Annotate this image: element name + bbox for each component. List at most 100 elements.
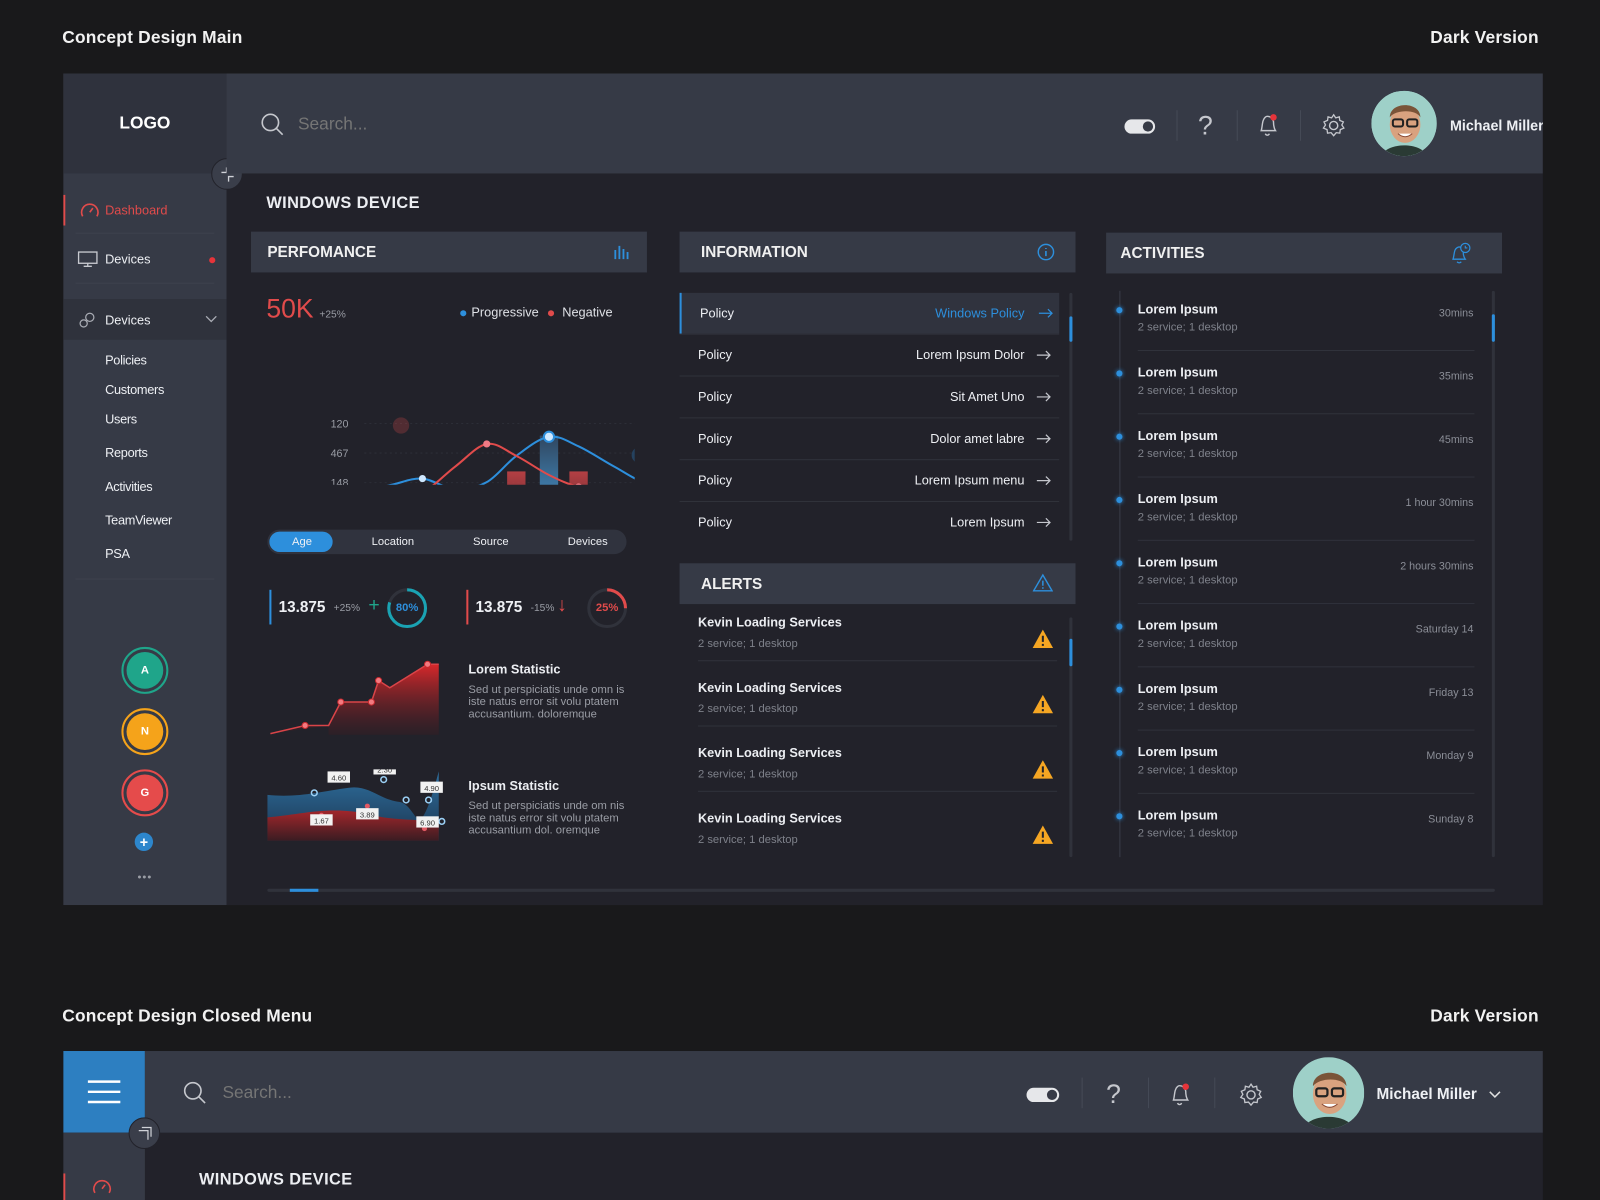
information-row[interactable]: Policy Sit Amet Uno bbox=[680, 377, 1060, 418]
horizontal-scrollbar[interactable] bbox=[267, 888, 1495, 892]
row-value[interactable]: Dolor amet labre bbox=[930, 432, 1024, 446]
alarm-bell-icon[interactable] bbox=[1450, 242, 1472, 264]
activity-time: Friday 13 bbox=[1428, 686, 1474, 699]
activity-row[interactable]: Lorem Ipsum 2 service; 1 desktop 1 hour … bbox=[1114, 492, 1475, 543]
ipsum-statistic-desc: Sed ut perspiciatis unde om nis iste natu… bbox=[468, 799, 625, 837]
arrow-right-icon[interactable] bbox=[1036, 434, 1051, 444]
activities-scrollbar[interactable] bbox=[1491, 290, 1495, 858]
activity-subtitle: 2 service; 1 desktop bbox=[1137, 701, 1238, 714]
value-label: 3.89 bbox=[360, 810, 375, 819]
y-tick-label: 148 bbox=[331, 478, 349, 485]
speedometer-icon[interactable] bbox=[92, 1178, 112, 1196]
sidebar-group-devices[interactable]: Devices bbox=[63, 298, 227, 340]
theme-toggle[interactable] bbox=[1026, 1087, 1060, 1103]
expand-sidebar-button[interactable] bbox=[128, 1117, 161, 1149]
information-scrollbar[interactable] bbox=[1069, 292, 1073, 541]
user-avatar[interactable] bbox=[1371, 90, 1437, 157]
theme-toggle[interactable] bbox=[1124, 119, 1156, 134]
chevron-down-icon[interactable] bbox=[205, 315, 217, 323]
activity-row[interactable]: Lorem Ipsum 2 service; 1 desktop Saturda… bbox=[1114, 618, 1475, 669]
info-icon[interactable] bbox=[1037, 243, 1055, 261]
activity-time: 45mins bbox=[1438, 433, 1474, 446]
sidebar-subitem-activities[interactable]: Activities bbox=[105, 480, 153, 494]
activity-row[interactable]: Lorem Ipsum 2 service; 1 desktop Monday … bbox=[1114, 745, 1475, 796]
activity-subtitle: 2 service; 1 desktop bbox=[1137, 384, 1238, 397]
timeline-dot bbox=[1116, 623, 1123, 630]
warning-icon bbox=[1032, 825, 1054, 844]
activity-row[interactable]: Lorem Ipsum 2 service; 1 desktop Friday … bbox=[1114, 682, 1475, 733]
arrow-right-icon[interactable] bbox=[1036, 517, 1051, 527]
row-value[interactable]: Windows Policy bbox=[935, 306, 1024, 320]
information-row[interactable]: Policy Dolor amet labre bbox=[680, 418, 1060, 459]
sidebar-subitem-users[interactable]: Users bbox=[105, 412, 137, 426]
sidebar-subitem-teamviewer[interactable]: TeamViewer bbox=[105, 513, 172, 527]
stat-change: +25% bbox=[333, 603, 361, 615]
notifications-bell-icon[interactable] bbox=[1169, 1082, 1191, 1109]
alert-row[interactable]: Kevin Loading Services 2 service; 1 desk… bbox=[680, 811, 1060, 872]
timeline-dot bbox=[1116, 433, 1123, 440]
sidebar-subitem-policies[interactable]: Policies bbox=[105, 353, 147, 367]
line-negative bbox=[432, 442, 575, 485]
user-avatar-n[interactable]: N bbox=[121, 708, 169, 756]
information-row[interactable]: Policy Lorem Ipsum menu bbox=[680, 460, 1060, 501]
row-label: Policy bbox=[697, 347, 732, 363]
alerts-scrollbar[interactable] bbox=[1069, 617, 1073, 858]
user-avatar-a[interactable]: A bbox=[121, 646, 169, 694]
row-value[interactable]: Lorem Ipsum menu bbox=[915, 473, 1025, 487]
activity-row[interactable]: Lorem Ipsum 2 service; 1 desktop 35mins bbox=[1114, 365, 1475, 416]
warning-icon bbox=[1032, 760, 1054, 779]
settings-gear-icon[interactable] bbox=[1239, 1082, 1263, 1107]
ipsum-statistic-title: Ipsum Statistic bbox=[468, 778, 560, 793]
stat-value: 13.875 bbox=[475, 598, 523, 617]
sidebar-item-dashboard[interactable]: Dashboard bbox=[63, 194, 226, 226]
warning-icon bbox=[1032, 629, 1054, 648]
search-input[interactable] bbox=[297, 112, 707, 137]
information-row[interactable]: Policy Lorem Ipsum Dolor bbox=[680, 335, 1060, 376]
logo[interactable]: LOGO bbox=[63, 73, 227, 174]
arrow-right-icon[interactable] bbox=[1036, 392, 1051, 402]
search-input[interactable] bbox=[222, 1080, 631, 1106]
sidebar-subitem-psa[interactable]: PSA bbox=[105, 547, 130, 561]
tab-devices[interactable]: Devices bbox=[568, 536, 608, 548]
alerts-panel-header: ALERTS bbox=[679, 563, 1076, 605]
activity-row[interactable]: Lorem Ipsum 2 service; 1 desktop 45mins bbox=[1114, 429, 1475, 480]
tab-age[interactable]: Age bbox=[292, 536, 312, 548]
add-user-button[interactable]: + bbox=[134, 832, 154, 852]
more-button[interactable]: ••• bbox=[127, 871, 164, 883]
help-icon[interactable]: ? bbox=[1198, 110, 1213, 142]
user-name[interactable]: Michael Miller bbox=[1377, 1086, 1477, 1103]
arrow-right-icon[interactable] bbox=[1036, 476, 1051, 486]
activity-subtitle: 2 service; 1 desktop bbox=[1137, 447, 1238, 461]
hamburger-menu-button[interactable] bbox=[63, 1051, 145, 1133]
warning-outline-icon[interactable] bbox=[1032, 573, 1054, 592]
activity-row[interactable]: Lorem Ipsum 2 service; 1 desktop 2 hours… bbox=[1114, 555, 1475, 606]
help-icon[interactable]: ? bbox=[1106, 1079, 1121, 1111]
settings-gear-icon[interactable] bbox=[1321, 113, 1345, 137]
tab-location[interactable]: Location bbox=[372, 536, 414, 548]
sidebar-subitem-reports[interactable]: Reports bbox=[105, 446, 148, 460]
tab-source[interactable]: Source bbox=[473, 536, 509, 548]
bar-chart-icon[interactable] bbox=[613, 244, 629, 260]
information-row[interactable]: Policy Lorem Ipsum bbox=[680, 502, 1060, 543]
activity-subtitle: 2 service; 1 desktop bbox=[1137, 574, 1238, 587]
alert-row[interactable]: Kevin Loading Services 2 service; 1 desk… bbox=[680, 746, 1060, 807]
row-value[interactable]: Sit Amet Uno bbox=[950, 390, 1024, 404]
sidebar-item-devices[interactable]: Devices bbox=[63, 244, 226, 275]
alert-row[interactable]: Kevin Loading Services 2 service; 1 desk… bbox=[680, 615, 1060, 676]
user-avatar-g[interactable]: G bbox=[121, 769, 169, 817]
row-value[interactable]: Lorem Ipsum bbox=[950, 515, 1024, 529]
arrow-right-icon[interactable] bbox=[1036, 350, 1051, 360]
activity-row[interactable]: Lorem Ipsum 2 service; 1 desktop Sunday … bbox=[1114, 808, 1475, 859]
stat-indicator-bar bbox=[466, 589, 469, 625]
user-avatar[interactable] bbox=[1292, 1057, 1365, 1129]
alert-subtitle: 2 service; 1 desktop bbox=[697, 768, 798, 781]
alert-row[interactable]: Kevin Loading Services 2 service; 1 desk… bbox=[680, 681, 1060, 742]
sidebar-subitem-customers[interactable]: Customers bbox=[105, 383, 164, 397]
user-menu-chevron-icon[interactable] bbox=[1489, 1091, 1501, 1099]
activity-row[interactable]: Lorem Ipsum 2 service; 1 desktop 30mins bbox=[1114, 302, 1475, 353]
information-row[interactable]: Policy Windows Policy bbox=[679, 292, 1060, 334]
notifications-bell-icon[interactable] bbox=[1257, 112, 1279, 139]
row-value[interactable]: Lorem Ipsum Dolor bbox=[916, 348, 1024, 362]
user-name[interactable]: Michael Miller bbox=[1450, 117, 1543, 133]
arrow-right-icon[interactable] bbox=[1038, 308, 1053, 318]
